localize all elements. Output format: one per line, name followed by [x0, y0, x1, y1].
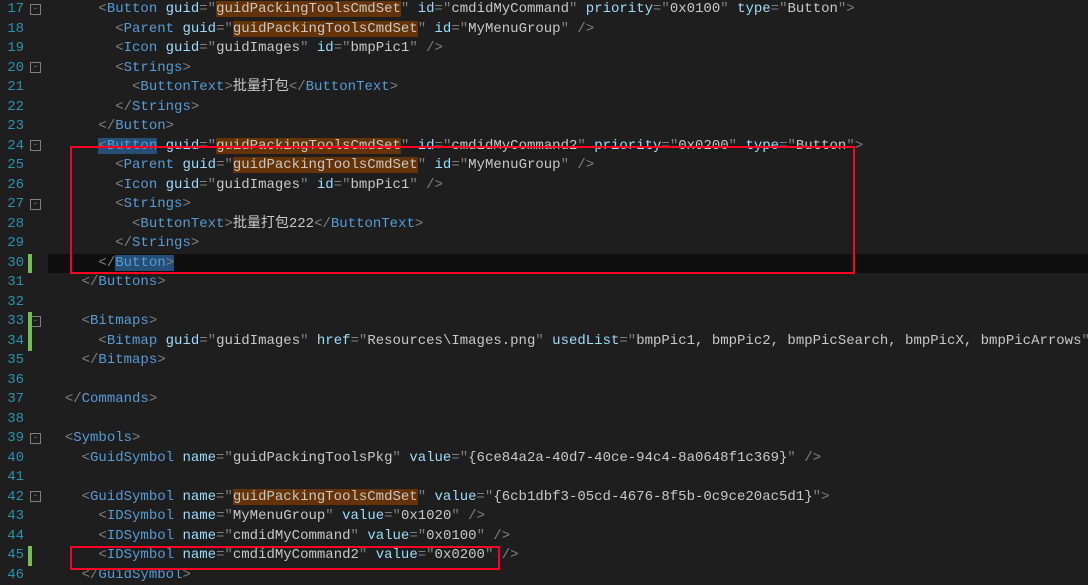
code-line[interactable]	[48, 371, 1088, 391]
line-number: 28	[0, 215, 24, 235]
code-editor[interactable]: 17 18 19 20 21 22 23 24 25 26 27 28 29 3…	[0, 0, 1088, 585]
line-number-gutter: 17 18 19 20 21 22 23 24 25 26 27 28 29 3…	[0, 0, 28, 585]
code-line[interactable]: </Strings>	[48, 234, 1088, 254]
code-line[interactable]: </Commands>	[48, 390, 1088, 410]
line-number: 46	[0, 566, 24, 585]
code-line[interactable]: <GuidSymbol name="guidPackingToolsPkg" v…	[48, 449, 1088, 469]
code-line[interactable]: <Icon guid="guidImages" id="bmpPic1" />	[48, 39, 1088, 59]
code-line[interactable]: </Buttons>	[48, 273, 1088, 293]
line-number: 20	[0, 59, 24, 79]
modified-marker	[28, 254, 32, 274]
line-number: 36	[0, 371, 24, 391]
code-line[interactable]: <Symbols>	[48, 429, 1088, 449]
line-number: 41	[0, 468, 24, 488]
code-line[interactable]: </Button>	[48, 254, 1088, 274]
code-line[interactable]: <Button guid="guidPackingToolsCmdSet" id…	[48, 137, 1088, 157]
line-number: 18	[0, 20, 24, 40]
fold-toggle[interactable]: -	[30, 491, 41, 502]
line-number: 33	[0, 312, 24, 332]
code-line[interactable]: <Icon guid="guidImages" id="bmpPic1" />	[48, 176, 1088, 196]
code-area[interactable]: <Button guid="guidPackingToolsCmdSet" id…	[44, 0, 1088, 585]
code-line[interactable]: <GuidSymbol name="guidPackingToolsCmdSet…	[48, 488, 1088, 508]
code-line[interactable]	[48, 293, 1088, 313]
line-number: 26	[0, 176, 24, 196]
fold-toggle[interactable]: -	[30, 62, 41, 73]
line-number: 42	[0, 488, 24, 508]
line-number: 32	[0, 293, 24, 313]
code-line[interactable]: <IDSymbol name="cmdidMyCommand2" value="…	[48, 546, 1088, 566]
line-number: 39	[0, 429, 24, 449]
fold-toggle[interactable]: -	[30, 433, 41, 444]
code-line[interactable]	[48, 410, 1088, 430]
code-line[interactable]: </Button>	[48, 117, 1088, 137]
line-number: 31	[0, 273, 24, 293]
code-line[interactable]: <Bitmaps>	[48, 312, 1088, 332]
line-number: 27	[0, 195, 24, 215]
code-line[interactable]: <ButtonText>批量打包</ButtonText>	[48, 78, 1088, 98]
line-number: 40	[0, 449, 24, 469]
fold-toggle[interactable]: -	[30, 140, 41, 151]
line-number: 37	[0, 390, 24, 410]
line-number: 25	[0, 156, 24, 176]
line-number: 38	[0, 410, 24, 430]
code-line[interactable]: <Strings>	[48, 59, 1088, 79]
line-number: 34	[0, 332, 24, 352]
code-line[interactable]: <Bitmap guid="guidImages" href="Resource…	[48, 332, 1088, 352]
fold-toggle[interactable]: -	[30, 199, 41, 210]
fold-toggle[interactable]: -	[30, 4, 41, 15]
line-number: 44	[0, 527, 24, 547]
code-line[interactable]: <Parent guid="guidPackingToolsCmdSet" id…	[48, 20, 1088, 40]
line-number: 30	[0, 254, 24, 274]
code-line[interactable]: </Strings>	[48, 98, 1088, 118]
modified-marker	[28, 332, 32, 352]
fold-column: - - - - - - -	[28, 0, 44, 585]
code-line[interactable]: <Parent guid="guidPackingToolsCmdSet" id…	[48, 156, 1088, 176]
code-line[interactable]: </GuidSymbol>	[48, 566, 1088, 585]
line-number: 23	[0, 117, 24, 137]
line-number: 17	[0, 0, 24, 20]
modified-marker	[28, 546, 32, 566]
code-line[interactable]	[48, 468, 1088, 488]
line-number: 43	[0, 507, 24, 527]
line-number: 24	[0, 137, 24, 157]
modified-marker	[28, 312, 32, 332]
line-number: 21	[0, 78, 24, 98]
code-line[interactable]: <Strings>	[48, 195, 1088, 215]
code-line[interactable]: </Bitmaps>	[48, 351, 1088, 371]
code-line[interactable]: <Button guid="guidPackingToolsCmdSet" id…	[48, 0, 1088, 20]
code-line[interactable]: <IDSymbol name="MyMenuGroup" value="0x10…	[48, 507, 1088, 527]
code-line[interactable]: <ButtonText>批量打包222</ButtonText>	[48, 215, 1088, 235]
code-line[interactable]: <IDSymbol name="cmdidMyCommand" value="0…	[48, 527, 1088, 547]
line-number: 45	[0, 546, 24, 566]
line-number: 19	[0, 39, 24, 59]
line-number: 22	[0, 98, 24, 118]
line-number: 29	[0, 234, 24, 254]
line-number: 35	[0, 351, 24, 371]
